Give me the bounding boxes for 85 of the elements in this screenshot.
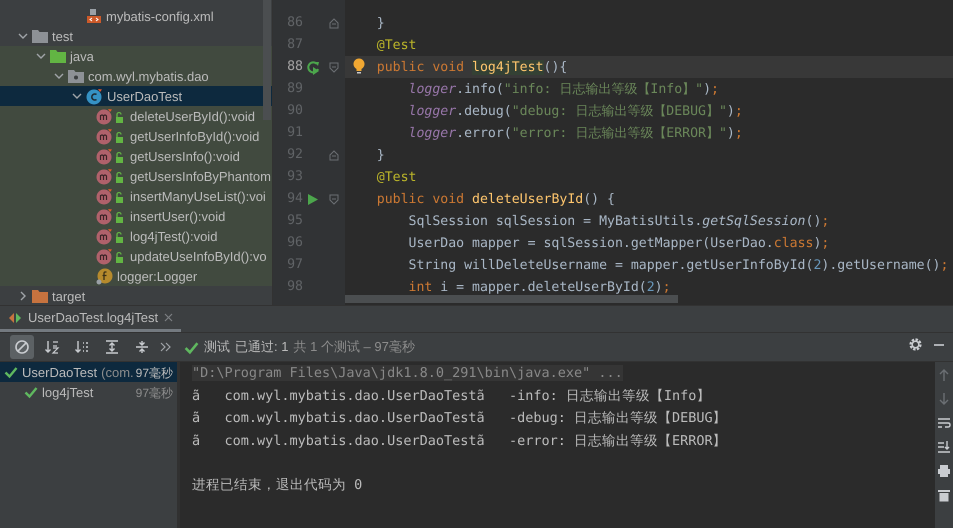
tree-item[interactable]: log4jTest():void [0, 226, 272, 246]
collapse-all-icon [134, 339, 150, 355]
tree-item[interactable]: getUserInfoById():void [0, 126, 272, 146]
run-icon[interactable] [307, 192, 319, 206]
sort-alpha-icon [44, 339, 60, 355]
trash-icon[interactable] [937, 488, 951, 502]
code-line: @Test [376, 170, 416, 184]
chevron-right-icon[interactable] [18, 291, 28, 301]
test-result-item[interactable]: UserDaoTest (com.97毫秒 [0, 362, 177, 382]
console-line: ã com.wyl.mybatis.dao.UserDaoTestã -error: 日志输出等级【ERROR】 [192, 432, 727, 450]
method-icon [96, 188, 126, 204]
package-folder-icon [68, 69, 84, 83]
tree-item[interactable]: target [0, 286, 272, 305]
method-icon [96, 228, 126, 244]
fold-icon[interactable] [329, 194, 339, 204]
code-line: int i = mapper.deleteUserById(2); [408, 280, 671, 294]
code-line: UserDao mapper = sqlSession.getMapper(UserDao.class); [408, 236, 830, 250]
code-line: public void deleteUserById() { [376, 192, 615, 206]
folder-icon [50, 49, 66, 63]
fold-icon[interactable] [329, 18, 339, 28]
code-line: String willDeleteUsername = mapper.getUserInfoById(2).getUsername(); [408, 258, 948, 272]
tree-item[interactable]: deleteUserById():void [0, 106, 272, 126]
folder-icon [32, 29, 48, 43]
fold-icon[interactable] [329, 150, 339, 160]
bulb-icon[interactable] [353, 58, 365, 74]
test-duration: 97毫秒 [136, 385, 173, 402]
tree-item[interactable]: mybatis-config.xml [0, 6, 272, 26]
test-name: UserDaoTest [22, 364, 98, 380]
tree-item[interactable]: test [0, 26, 272, 46]
method-icon [96, 248, 126, 264]
field-icon [96, 268, 113, 284]
console-line: ã com.wyl.mybatis.dao.UserDaoTestã -info: 日志输出等级【Info】 [192, 386, 710, 405]
tree-item[interactable]: getUsersInfo():void [0, 146, 272, 166]
tree-item[interactable]: updateUseInfoById():vo [0, 246, 272, 266]
code-line: logger.debug("debug: 日志输出等级【DEBUG】"); [408, 103, 743, 120]
settings-icon[interactable] [908, 337, 923, 352]
tree-item[interactable]: insertManyUseList():voi [0, 186, 272, 206]
code-line: } [376, 148, 385, 162]
console-command: "D:\Program Files\Java\jdk1.8.0_291\bin\java.exe" ... [192, 365, 623, 382]
status-label: 测试 [204, 338, 230, 356]
tree-item[interactable]: java [0, 46, 272, 66]
code-line: public void log4jTest(){ [376, 60, 568, 74]
scrollbar[interactable] [345, 295, 678, 303]
console-line: ã com.wyl.mybatis.dao.UserDaoTestã -debug: 日志输出等级【DEBUG】 [192, 409, 727, 428]
check-icon [4, 365, 18, 379]
sort-duration-icon [74, 339, 90, 355]
status-result: 已通过: 1 [235, 338, 288, 356]
code-line: logger.error("error: 日志输出等级【ERROR】"); [408, 125, 743, 142]
console-line: 进程已结束，退出代码为 0 [192, 476, 362, 494]
more-icon[interactable] [160, 342, 172, 352]
method-icon [96, 208, 126, 224]
test-duration: 97毫秒 [136, 365, 173, 382]
test-result-item[interactable]: log4jTest 97毫秒 [0, 382, 177, 402]
expand-all-icon [104, 339, 120, 355]
code-line: } [376, 16, 385, 30]
method-icon [96, 168, 126, 184]
scroll-to-end-icon[interactable] [937, 440, 951, 454]
xml-file-icon [86, 8, 102, 24]
code-line: @Test [376, 38, 416, 52]
rerun-icon[interactable] [306, 60, 320, 74]
method-icon [96, 128, 126, 144]
code-line: logger.info("info: 日志输出等级【Info】"); [408, 81, 719, 98]
check-icon [184, 340, 199, 354]
folder-icon [32, 289, 48, 303]
test-package: (com. [101, 364, 134, 380]
run-config-icon [8, 312, 22, 324]
class-icon [86, 88, 103, 104]
status-summary: 共 1 个测试 – 97毫秒 [293, 338, 415, 356]
test-name: log4jTest [42, 384, 94, 400]
code-line: SqlSession sqlSession = MyBatisUtils.getSqlSession(); [408, 214, 830, 228]
tree-item[interactable]: UserDaoTest [0, 86, 272, 106]
method-icon [96, 108, 126, 124]
line-number: 88 [286, 58, 303, 76]
tree-item[interactable]: getUsersInfoByPhantom [0, 166, 272, 186]
fold-icon[interactable] [329, 62, 339, 72]
stop-icon [14, 339, 30, 355]
scrollbar[interactable] [263, 0, 271, 120]
tree-item[interactable]: com.wyl.mybatis.dao [0, 66, 272, 86]
tree-item[interactable]: insertUser():void [0, 206, 272, 226]
tree-item[interactable]: logger:Logger [0, 266, 272, 286]
toolbar-button[interactable] [10, 335, 34, 359]
method-icon [96, 148, 126, 164]
check-icon [24, 385, 38, 399]
wrap-icon[interactable] [937, 416, 951, 430]
close-icon[interactable] [164, 313, 174, 322]
